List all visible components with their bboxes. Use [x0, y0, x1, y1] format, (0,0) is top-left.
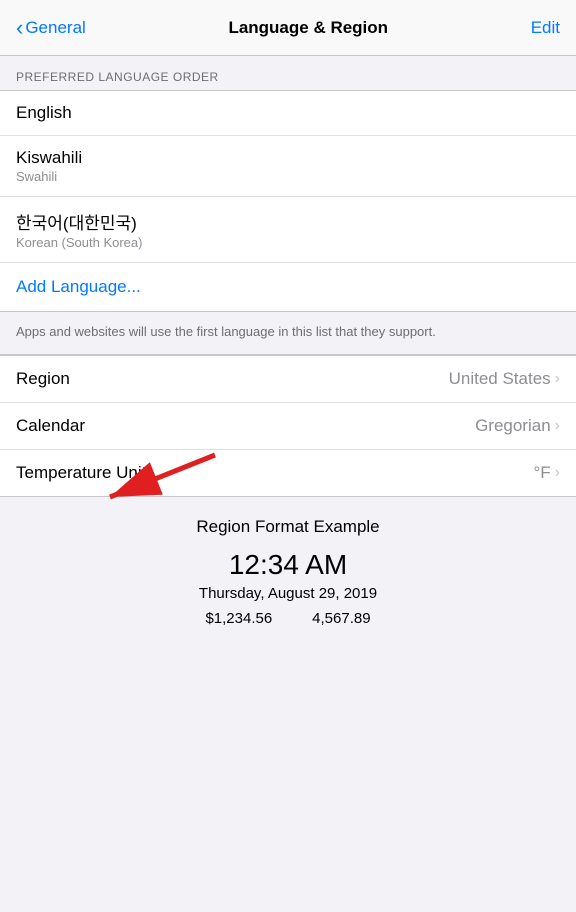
- language-primary: 한국어(대한민국): [16, 209, 560, 234]
- region-value: United States: [449, 369, 551, 389]
- add-language-button[interactable]: Add Language...: [0, 263, 576, 311]
- info-text: Apps and websites will use the first lan…: [0, 312, 576, 355]
- back-button[interactable]: ‹ General: [16, 15, 86, 41]
- language-primary: English: [16, 103, 560, 123]
- calendar-label: Calendar: [16, 416, 85, 436]
- temperature-row[interactable]: Temperature Unit °F ›: [0, 450, 576, 496]
- chevron-right-icon: ›: [555, 464, 560, 482]
- region-value-container: United States ›: [449, 369, 560, 389]
- chevron-right-icon: ›: [555, 370, 560, 388]
- list-item[interactable]: English: [0, 91, 576, 136]
- temperature-value-container: °F ›: [533, 463, 560, 483]
- language-secondary: Korean (South Korea): [16, 235, 560, 250]
- format-numbers: $1,234.56 4,567.89: [16, 610, 560, 627]
- chevron-right-icon: ›: [555, 417, 560, 435]
- temperature-value: °F: [533, 463, 550, 483]
- format-example-title: Region Format Example: [16, 517, 560, 537]
- calendar-row[interactable]: Calendar Gregorian ›: [0, 403, 576, 450]
- language-primary: Kiswahili: [16, 148, 560, 168]
- language-secondary: Swahili: [16, 169, 560, 184]
- format-date: Thursday, August 29, 2019: [16, 585, 560, 602]
- calendar-value: Gregorian: [475, 416, 551, 436]
- format-number: 4,567.89: [312, 610, 370, 627]
- nav-bar: ‹ General Language & Region Edit: [0, 0, 576, 56]
- region-row[interactable]: Region United States ›: [0, 356, 576, 403]
- back-label: General: [25, 18, 85, 38]
- chevron-left-icon: ‹: [16, 15, 23, 41]
- preferred-language-header: PREFERRED LANGUAGE ORDER: [0, 56, 576, 90]
- edit-button[interactable]: Edit: [531, 18, 560, 38]
- format-time: 12:34 AM: [16, 549, 560, 581]
- temperature-label: Temperature Unit: [16, 463, 146, 483]
- format-currency: $1,234.56: [205, 610, 272, 627]
- calendar-value-container: Gregorian ›: [475, 416, 560, 436]
- region-format-example: Region Format Example 12:34 AM Thursday,…: [0, 497, 576, 647]
- settings-group: Region United States › Calendar Gregoria…: [0, 355, 576, 497]
- list-item[interactable]: Kiswahili Swahili: [0, 136, 576, 197]
- page-title: Language & Region: [228, 18, 388, 38]
- language-list: English Kiswahili Swahili 한국어(대한민국) Kore…: [0, 90, 576, 312]
- region-label: Region: [16, 369, 70, 389]
- list-item[interactable]: 한국어(대한민국) Korean (South Korea): [0, 197, 576, 263]
